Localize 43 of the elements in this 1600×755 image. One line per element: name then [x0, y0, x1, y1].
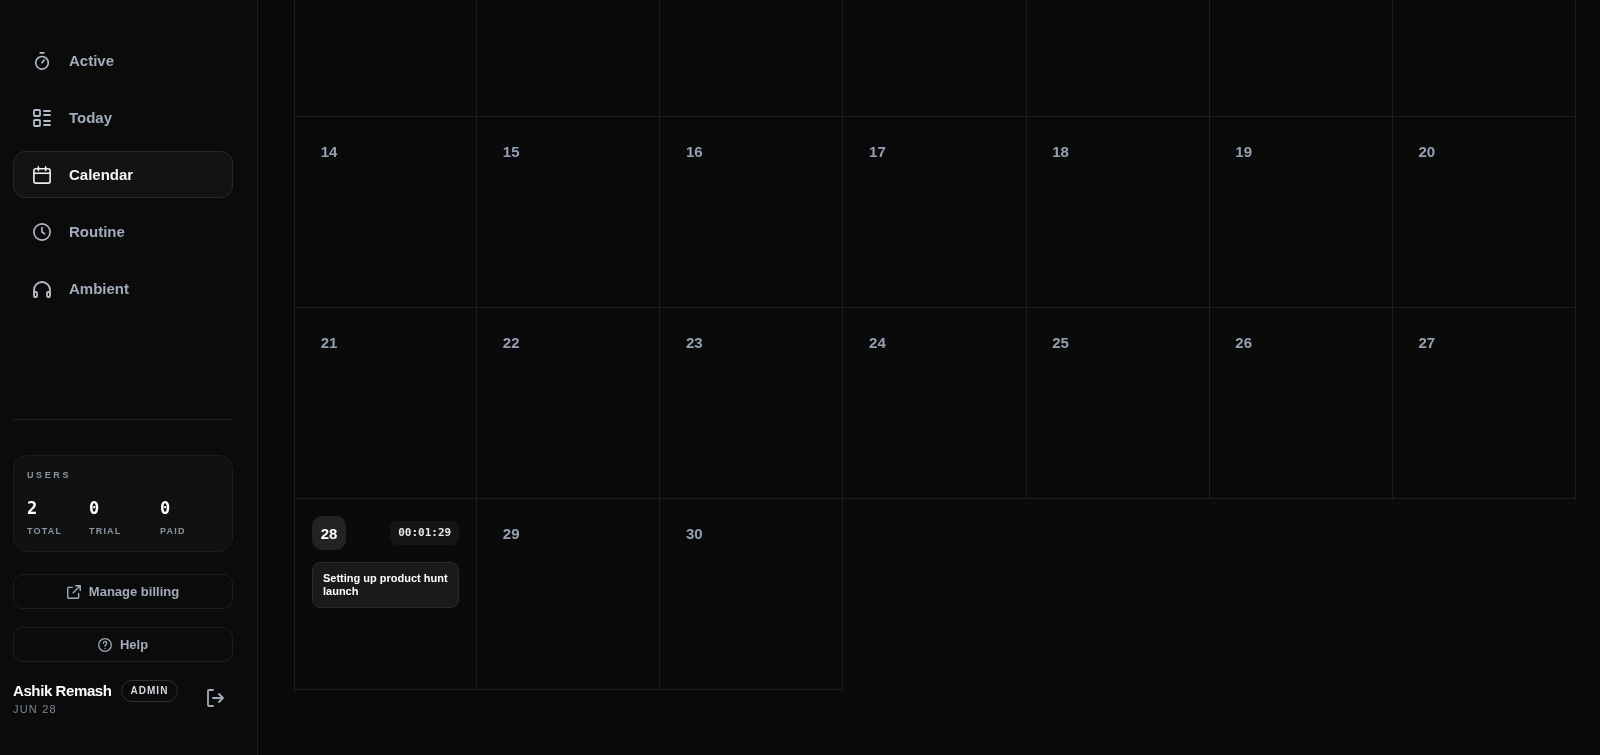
day-number: 22	[501, 332, 521, 353]
day-number: 20	[1417, 141, 1437, 162]
day-number: 24	[868, 332, 887, 353]
day-number: 26	[1234, 332, 1254, 353]
section-label: USERS	[27, 470, 71, 481]
list-icon	[33, 108, 51, 127]
day-number: 14	[319, 141, 339, 162]
logout-icon[interactable]	[207, 689, 224, 707]
stat-value: 2	[27, 498, 38, 518]
manage-billing-button[interactable]: Manage billing	[13, 574, 233, 609]
help-icon	[97, 637, 112, 652]
day-number: 23	[684, 332, 704, 353]
user-date: JUN 28	[13, 703, 57, 716]
day-number: 27	[1417, 332, 1437, 353]
nav-item[interactable]: Today	[13, 94, 233, 141]
day-number: 25	[1051, 332, 1070, 353]
day-number: 17	[868, 141, 887, 162]
calendar-icon	[33, 165, 51, 184]
day-number: 21	[319, 332, 339, 353]
day-number: 15	[501, 141, 521, 162]
stopwatch-icon	[33, 51, 51, 70]
stat-value: 0	[160, 498, 171, 518]
nav-item[interactable]: Routine	[13, 208, 233, 255]
stat-label: TRIAL	[89, 526, 122, 537]
headphones-icon	[33, 279, 51, 298]
user-name: Ashik Remash	[13, 681, 112, 701]
help-button[interactable]: Help	[13, 627, 233, 662]
stat-label: TOTAL	[27, 526, 63, 537]
day-number: 19	[1234, 141, 1254, 162]
nav-item[interactable]: Ambient	[13, 265, 233, 312]
nav-item[interactable]: Calendar	[13, 151, 233, 198]
clock-icon	[33, 222, 51, 241]
nav-item[interactable]: Active	[13, 37, 233, 84]
day-number: 28	[312, 516, 346, 550]
day-number: 30	[684, 523, 704, 544]
stat-label: PAID	[160, 526, 186, 537]
day-number: 29	[501, 523, 521, 544]
day-number: 18	[1051, 141, 1070, 162]
day-number: 16	[684, 141, 704, 162]
external-link-icon	[66, 584, 81, 599]
stat-value: 0	[89, 498, 100, 518]
event-card[interactable]: Setting up product hunt launch	[312, 562, 460, 608]
timer-badge: 00:01:29	[390, 521, 460, 545]
